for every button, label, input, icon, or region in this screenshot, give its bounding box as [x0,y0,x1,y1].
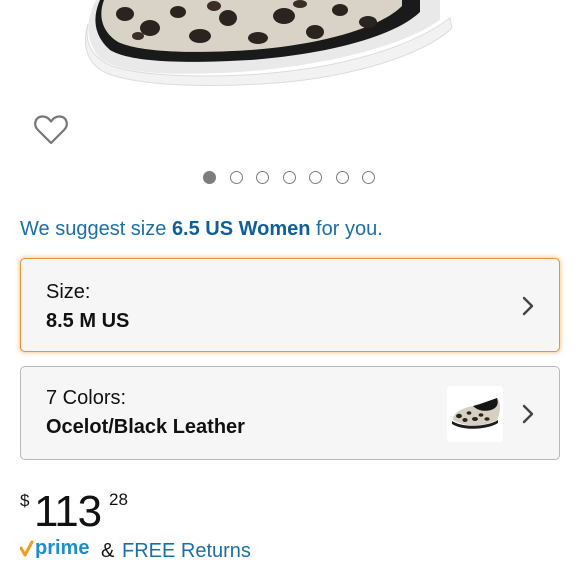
heart-outline-icon [34,115,68,145]
prime-check-icon: prime [20,537,89,559]
prime-text: prime [35,537,89,559]
free-returns-link[interactable]: FREE Returns [122,540,251,563]
size-suggestion: We suggest size 6.5 US Women for you. [20,218,383,241]
carousel-dot[interactable] [203,171,216,184]
carousel-dot[interactable] [229,171,243,184]
color-value: Ocelot/Black Leather [46,416,245,438]
image-carousel-dots [203,171,375,184]
carousel-dot[interactable] [309,171,322,184]
price-currency: $ [20,491,30,510]
suggested-size[interactable]: 6.5 US Women [172,218,311,240]
size-label: Size: [46,281,91,303]
price-fraction: 28 [109,490,128,509]
carousel-dot[interactable] [282,171,296,184]
wishlist-button[interactable] [32,112,70,148]
shoe-thumbnail-image [452,398,500,429]
chevron-right-icon [522,296,534,316]
carousel-dot[interactable] [362,171,375,184]
color-swatch-thumbnail [447,386,503,442]
carousel-dot[interactable] [335,171,349,184]
suggestion-suffix: for you. [310,218,383,240]
shoe-image [84,0,453,86]
size-value: 8.5 M US [46,310,130,332]
color-selector[interactable]: 7 Colors: Ocelot/Black Leather [20,366,560,460]
color-count-label: 7 Colors: [46,387,127,409]
product-image[interactable] [0,0,580,165]
carousel-dot[interactable] [256,171,269,184]
shipping-connector: & [101,540,115,562]
price-whole: 113 [34,487,102,536]
size-selector[interactable]: Size: 8.5 M US [20,258,560,352]
chevron-right-icon [522,404,534,424]
suggestion-prefix: We suggest size [20,218,172,240]
